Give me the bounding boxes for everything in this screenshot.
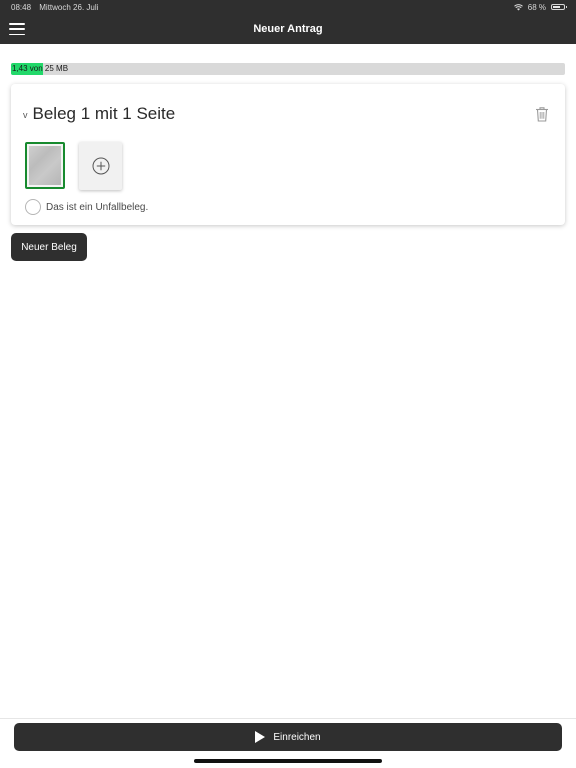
receipt-collapse-toggle[interactable]: v Beleg 1 mit 1 Seite <box>23 104 175 124</box>
bottom-divider <box>0 718 576 719</box>
receipt-page-image <box>29 146 61 185</box>
accident-receipt-radio[interactable] <box>25 199 41 215</box>
battery-icon <box>551 4 567 10</box>
wifi-icon <box>513 3 523 10</box>
nav-bar: Neuer Antrag <box>0 14 576 44</box>
status-bar: 08:48 Mittwoch 26. Juli 68 % <box>0 0 576 14</box>
menu-bar <box>9 23 25 25</box>
add-page-button[interactable] <box>79 142 122 190</box>
battery-nub <box>566 6 567 8</box>
menu-bar <box>9 28 25 30</box>
accident-receipt-label: Das ist ein Unfallbeleg. <box>46 201 149 213</box>
battery-fill <box>553 6 560 8</box>
menu-bar <box>9 33 25 35</box>
storage-usage-bar: 1,43 von 25 MB <box>11 63 565 75</box>
plus-circle-icon <box>92 157 109 175</box>
status-left: 08:48 Mittwoch 26. Juli <box>11 3 104 12</box>
play-icon <box>255 731 266 743</box>
submit-label: Einreichen <box>273 731 321 743</box>
status-date: Mittwoch 26. Juli <box>39 2 99 12</box>
receipt-title: Beleg 1 mit 1 Seite <box>32 104 176 123</box>
battery-percent: 68 % <box>527 2 546 12</box>
hamburger-menu-icon[interactable] <box>9 23 25 35</box>
receipt-card: v Beleg 1 mit 1 Seite Das ist ein Unfall… <box>11 84 565 225</box>
storage-usage-text: 1,43 von 25 MB <box>12 64 69 73</box>
home-indicator <box>194 759 382 763</box>
screen: 08:48 Mittwoch 26. Juli 68 % Neuer Antra… <box>0 0 576 768</box>
new-receipt-button[interactable]: Neuer Beleg <box>11 233 87 261</box>
submit-button[interactable]: Einreichen <box>14 723 562 751</box>
status-time: 08:48 <box>11 2 32 12</box>
chevron-down-icon: v <box>23 110 28 120</box>
accident-receipt-option[interactable]: Das ist ein Unfallbeleg. <box>25 199 148 215</box>
receipt-page-thumbnail[interactable] <box>25 142 65 189</box>
page-title: Neuer Antrag <box>253 23 323 35</box>
trash-icon[interactable] <box>535 106 549 122</box>
status-right: 68 % <box>513 2 567 12</box>
